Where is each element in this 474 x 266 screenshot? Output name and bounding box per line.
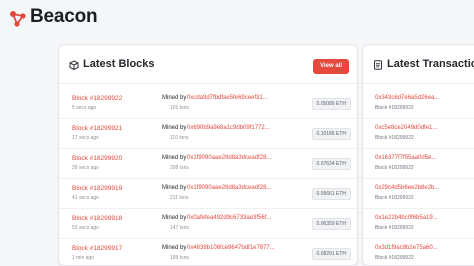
miner-address-link[interactable]: 0x1f9090aae28d8a3dceadf28... [187,155,271,161]
latest-transactions-header: Latest Transactions [363,45,474,84]
miner-address-link[interactable]: 0x690b9a9e8a1c9db09f1772... [187,125,270,131]
miner-address-link[interactable]: 0xcda9d7fbdfae5fe69ceef31... [187,95,268,101]
network-nodes-icon[interactable] [9,10,27,28]
latest-transactions-card: Latest Transactions 0x343c6d7e6a5d26ea..… [362,44,474,266]
transaction-row: 0xc5e8ce2049d0dfe1... Block #18299922 [363,119,474,149]
block-row: Block #18299920 29 secs ago Mined by 0x1… [59,149,357,179]
transaction-hash-link[interactable]: 0x3d1f9ac8b2e75a60... [375,245,438,251]
latest-blocks-header: Latest Blocks View all [59,45,357,84]
brand-name[interactable]: Beacon [30,6,98,28]
block-age: 1 min ago [72,255,94,261]
latest-blocks-card: Latest Blocks View all Block #18299922 5… [58,44,358,266]
block-reward-badge: 0.05086 ETH [311,98,351,110]
transaction-row: 0x1e22b4bc0f6b5a19... Block #18299922 [363,209,474,239]
block-number-link[interactable]: Block #18299922 [72,95,122,102]
blocks-list: Block #18299922 5 secs ago Mined by 0xcd… [59,89,357,265]
block-row: Block #18299918 53 secs ago Mined by 0x0… [59,209,357,239]
block-txn-count[interactable]: 110 txns [170,135,189,141]
miner-address-link[interactable]: 0x4838b106fce9647bdf1e7877... [187,245,275,251]
transaction-hash-link[interactable]: 0x1e22b4bc0f6b5a19... [375,215,438,221]
transaction-row: 0x343c6d7e6a5d26ea... Block #18299922 [363,89,474,119]
block-txn-count[interactable]: 211 txns [170,195,189,201]
miner-address-link[interactable]: 0x1f9090aae28d8a3dceadf28... [187,185,271,191]
block-row: Block #18299922 5 secs ago Mined by 0xcd… [59,89,357,119]
block-number-link[interactable]: Block #18299919 [72,185,122,192]
block-txn-count[interactable]: 147 txns [170,225,189,231]
mined-by-label: Mined by [162,215,187,221]
block-age: 29 secs ago [72,165,99,171]
transaction-hash-link[interactable]: 0x343c6d7e6a5d26ea... [375,95,439,101]
transaction-block[interactable]: Block #18299922 [375,255,414,261]
top-bar: Beacon [0,0,474,40]
transaction-block[interactable]: Block #18299922 [375,165,414,171]
transaction-row: 0x29c4d5b6ee2b8e2b... Block #18299922 [363,179,474,209]
transaction-hash-link[interactable]: 0x29c4d5b6ee2b8e2b... [375,185,439,191]
block-reward-badge: 0.06359 ETH [311,218,351,230]
block-age: 53 secs ago [72,225,99,231]
block-reward-badge: 0.08291 ETH [311,248,351,260]
mined-by-label: Mined by [162,125,187,131]
block-age: 5 secs ago [72,105,97,111]
mined-by-label: Mined by [162,245,187,251]
block-number-link[interactable]: Block #18299918 [72,215,122,222]
block-txn-count[interactable]: 101 txns [170,105,189,111]
block-reward-badge: 0.09661 ETH [311,188,351,200]
cube-icon [69,60,79,70]
transaction-hash-link[interactable]: 0xc5e8ce2049d0dfe1... [375,125,437,131]
document-icon [373,60,383,70]
block-number-link[interactable]: Block #18299920 [72,155,122,162]
block-row: Block #18299917 1 min ago Mined by 0x483… [59,239,357,265]
transaction-hash-link[interactable]: 0x16377f7f55aa0d5e... [375,155,436,161]
latest-transactions-title: Latest Transactions [387,58,474,70]
transaction-block[interactable]: Block #18299922 [375,105,414,111]
transaction-row: 0x3d1f9ac8b2e75a60... Block #18299922 [363,239,474,265]
block-row: Block #18299921 17 secs ago Mined by 0x6… [59,119,357,149]
block-age: 41 secs ago [72,195,99,201]
miner-address-link[interactable]: 0x0afefea492d9c6733ae3f56f... [187,215,271,221]
transactions-list: 0x343c6d7e6a5d26ea... Block #18299922 0x… [363,89,474,265]
view-all-button[interactable]: View all [313,59,349,74]
mined-by-label: Mined by [162,155,187,161]
latest-blocks-title: Latest Blocks [83,58,155,70]
transaction-block[interactable]: Block #18299922 [375,195,414,201]
transaction-block[interactable]: Block #18299922 [375,225,414,231]
mined-by-label: Mined by [162,185,187,191]
block-row: Block #18299919 41 secs ago Mined by 0x1… [59,179,357,209]
block-number-link[interactable]: Block #18299921 [72,125,122,132]
block-age: 17 secs ago [72,135,99,141]
block-txn-count[interactable]: 169 txns [170,255,189,261]
transaction-block[interactable]: Block #18299922 [375,135,414,141]
mined-by-label: Mined by [162,95,187,101]
block-reward-badge: 0.10186 ETH [311,128,351,140]
transaction-row: 0x16377f7f55aa0d5e... Block #18299922 [363,149,474,179]
block-txn-count[interactable]: 208 txns [170,165,189,171]
block-reward-badge: 0.07634 ETH [311,158,351,170]
